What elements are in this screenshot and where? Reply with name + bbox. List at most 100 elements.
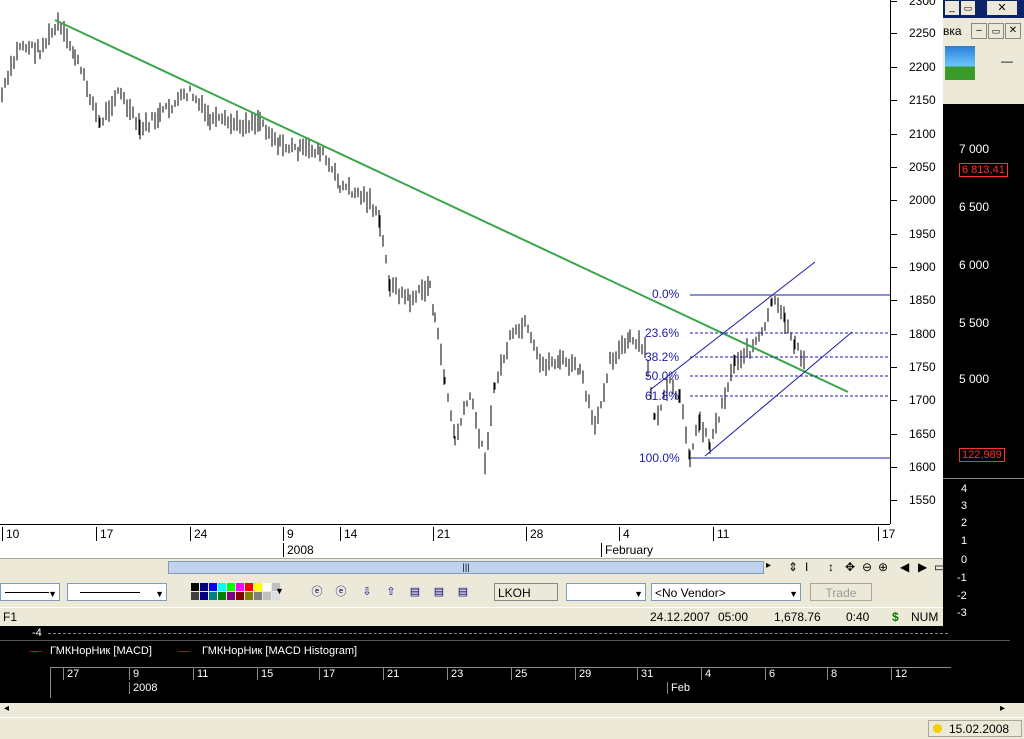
cursor-icon[interactable]: I — [805, 560, 808, 574]
date-tick: 28 — [526, 527, 543, 541]
macd-tick: 4 — [961, 483, 968, 495]
status-time: 05:00 — [718, 610, 749, 624]
month-tick: Feb — [667, 682, 690, 694]
price-tick: 2050 — [891, 160, 936, 174]
minimize-icon[interactable]: _ — [945, 1, 959, 15]
color-swatch[interactable] — [218, 583, 226, 591]
panel-divider — [943, 478, 1024, 479]
price-tick: 5 500 — [959, 316, 990, 330]
internet-icon[interactable]: ⓔ — [308, 583, 326, 601]
zoom-in-icon[interactable]: ⊕ — [878, 560, 888, 574]
color-swatch[interactable] — [245, 583, 253, 591]
date-tick: 25 — [511, 668, 527, 680]
color-swatch[interactable] — [245, 592, 253, 600]
window-icon[interactable]: ▭ — [934, 560, 945, 574]
scroll-right-icon[interactable]: ▸ — [766, 560, 771, 571]
color-swatch[interactable] — [191, 583, 199, 591]
restore-icon[interactable]: ▭ — [988, 23, 1004, 39]
scale-icon[interactable]: ⇕ — [788, 560, 798, 574]
price-tick: 1850 — [891, 293, 936, 307]
symbol-field[interactable]: LKOH — [494, 583, 558, 601]
status-date: 24.12.2007 — [650, 610, 711, 624]
import-icon[interactable]: ⇩ — [358, 583, 376, 601]
scroll-left-icon[interactable]: ◂ — [4, 703, 9, 714]
price-tick: 1700 — [891, 393, 936, 407]
fib-label-500: 50.0% — [645, 369, 680, 383]
price-chart[interactable]: 0.0% 23.6% 38.2% 50.0% 61.8% 100.0% — [0, 0, 890, 524]
chevron-down-icon[interactable]: ▼ — [634, 585, 643, 603]
channel-lower[interactable] — [704, 331, 853, 457]
internet-refresh-icon[interactable]: ⓔ — [332, 583, 350, 601]
date-axis[interactable]: 10 17 24 9 14 21 28 4 11 17 2008 Februar… — [0, 524, 895, 559]
color-swatch[interactable] — [227, 592, 235, 600]
chevron-down-icon[interactable]: ▼ — [155, 585, 164, 603]
restore-icon[interactable]: ▭ — [961, 1, 975, 15]
line-width-select[interactable]: ▼ — [67, 583, 167, 601]
lower-chart-panel[interactable]: -4 ГМКНорНик [MACD] ГМКНорНик [MACD Hist… — [0, 626, 1024, 704]
period-select[interactable]: ▼ — [566, 583, 646, 601]
next-icon[interactable]: ▶ — [918, 560, 927, 574]
month-tick: 2008 — [283, 543, 314, 557]
minimize-icon[interactable]: — — [1001, 54, 1013, 68]
legend-macd-histogram[interactable]: ГМКНорНик [MACD Histogram] — [202, 645, 357, 657]
color-swatch[interactable] — [236, 583, 244, 591]
price-tick: 2200 — [891, 60, 936, 74]
lower-date-axis: 27 9 11 15 17 21 23 25 29 31 4 6 8 12 20… — [50, 667, 951, 698]
close-icon[interactable]: ✕ — [987, 1, 1017, 15]
layout-middle-icon[interactable]: ▤ — [430, 583, 448, 601]
color-swatch[interactable] — [263, 583, 271, 591]
chevron-down-icon[interactable]: ▼ — [789, 585, 798, 603]
layout-bottom-icon[interactable]: ▤ — [454, 583, 472, 601]
color-swatch[interactable] — [200, 583, 208, 591]
color-swatch[interactable] — [191, 592, 199, 600]
window-title: вка — [943, 24, 962, 38]
scrollbar-thumb[interactable]: ||| — [168, 561, 764, 574]
macd-tick: 3 — [961, 500, 968, 512]
status-tray: 15.02.2008 — [0, 717, 1024, 739]
vendor-select[interactable]: <No Vendor> ▼ — [651, 583, 801, 601]
trendline[interactable] — [54, 19, 849, 393]
date-tick: 9 — [129, 668, 139, 680]
line-style-select[interactable]: ▼ — [0, 583, 60, 601]
color-swatch[interactable] — [227, 583, 235, 591]
minimize-icon[interactable]: – — [971, 23, 987, 39]
app-logo-icon — [945, 46, 975, 80]
color-swatch[interactable] — [200, 592, 208, 600]
color-palette[interactable] — [191, 583, 280, 601]
chart-scrollbar[interactable]: ||| ▸ ⇕ I ↕ ✥ ⊖ ⊕ ◀ ▶ ▭ — [0, 558, 945, 577]
scroll-right-icon[interactable]: ▸ — [1000, 703, 1005, 714]
trade-button[interactable]: Trade — [810, 583, 872, 601]
date-tick: 21 — [383, 668, 399, 680]
date-tick: 23 — [447, 668, 463, 680]
window-titlebar[interactable]: _ ▭ ✕ — [943, 0, 1024, 18]
color-swatch[interactable] — [254, 583, 262, 591]
legend-macd[interactable]: ГМКНорНик [MACD] — [50, 645, 152, 657]
chevron-down-icon[interactable]: ▼ — [48, 585, 57, 603]
price-chart-svg — [1, 12, 890, 475]
prev-icon[interactable]: ◀ — [900, 560, 909, 574]
status-value: 1,678.76 — [774, 610, 821, 624]
export-icon[interactable]: ⇧ — [382, 583, 400, 601]
close-icon[interactable]: ✕ — [1005, 23, 1021, 39]
color-swatch[interactable] — [254, 592, 262, 600]
crosshair-icon[interactable]: ✥ — [845, 560, 855, 574]
price-tick: 7 000 — [959, 142, 990, 156]
chevron-down-icon[interactable]: ▼ — [275, 586, 284, 596]
color-swatch[interactable] — [236, 592, 244, 600]
tray-date: 15.02.2008 — [949, 722, 1010, 736]
vendor-value: <No Vendor> — [655, 586, 726, 600]
price-axis[interactable]: 2300 2250 2200 2150 2100 2050 2000 1950 … — [890, 0, 944, 524]
color-swatch[interactable] — [209, 592, 217, 600]
color-swatch[interactable] — [263, 592, 271, 600]
layout-top-icon[interactable]: ▤ — [406, 583, 424, 601]
zoom-out-icon[interactable]: ⊖ — [862, 560, 872, 574]
date-tick: 10 — [2, 527, 19, 541]
lower-scrollbar[interactable]: ◂ ▸ — [0, 703, 1024, 717]
date-tray: 15.02.2008 — [928, 720, 1022, 737]
color-swatch[interactable] — [218, 592, 226, 600]
price-tick: 1550 — [891, 493, 936, 507]
color-swatch[interactable] — [209, 583, 217, 591]
vertical-move-icon[interactable]: ↕ — [828, 560, 834, 574]
date-tick: 8 — [827, 668, 837, 680]
date-tick: 21 — [433, 527, 450, 541]
